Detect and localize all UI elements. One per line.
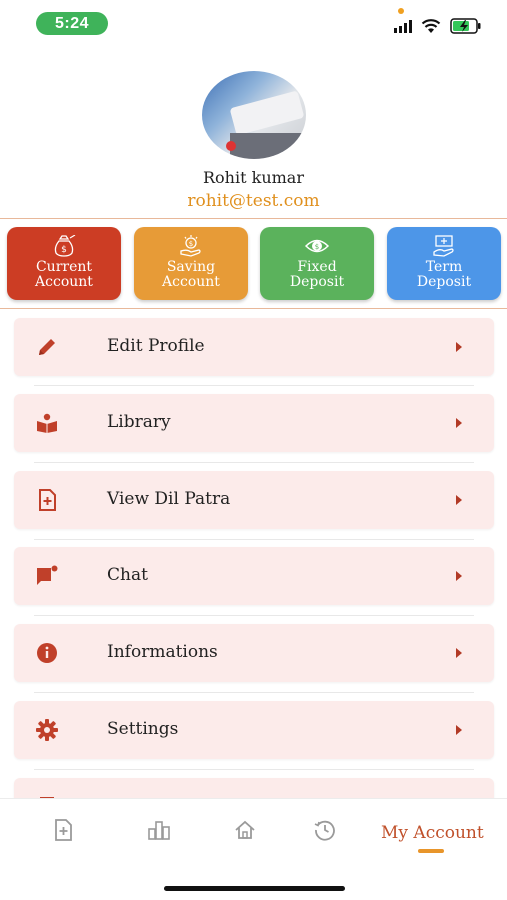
home-indicator: [164, 886, 345, 891]
chevron-right-icon: [456, 342, 462, 352]
card-label: Term: [425, 259, 463, 275]
svg-text:$: $: [315, 243, 319, 251]
menu-item-label: Library: [107, 412, 171, 432]
document-plus-icon: [55, 819, 72, 841]
menu-item-label: Chat: [107, 565, 148, 585]
card-label: Current: [35, 259, 93, 275]
menu-item-label: Informations: [107, 642, 218, 662]
menu-item-label: Edit Profile: [107, 336, 205, 356]
bottom-nav: My Account: [0, 798, 507, 900]
info-icon: [37, 643, 57, 663]
profile-email: rohit@test.com: [187, 191, 320, 211]
chevron-right-icon: [456, 418, 462, 428]
menu-item-view-dil-patra[interactable]: View Dil Patra: [14, 471, 494, 529]
menu-item-label: Settings: [107, 719, 179, 739]
divider: [0, 218, 507, 219]
term-deposit-button[interactable]: Term Deposit: [387, 227, 501, 300]
deposit-hand-icon: [433, 235, 454, 257]
history-icon: [314, 820, 335, 841]
profile-name: Rohit kumar: [203, 168, 304, 187]
card-label: Saving: [166, 259, 216, 275]
status-bar: 5:24: [0, 0, 507, 44]
menu-item-edit-profile[interactable]: Edit Profile: [14, 318, 494, 376]
menu-item-chat[interactable]: Chat: [14, 547, 494, 605]
nav-history-button[interactable]: [314, 819, 336, 849]
gear-icon: [36, 719, 58, 741]
divider: [34, 539, 474, 540]
card-label: Account: [162, 274, 220, 290]
chevron-right-icon: [456, 648, 462, 658]
menu-item-label: View Dil Patra: [107, 489, 231, 509]
saving-account-button[interactable]: $ Saving Account: [134, 227, 248, 300]
current-account-button[interactable]: $ Current Account: [7, 227, 121, 300]
home-icon: [235, 820, 255, 839]
chevron-right-icon: [456, 571, 462, 581]
divider: [34, 462, 474, 463]
account-cards: $ Current Account $ Saving Account $ Fix…: [0, 227, 507, 300]
menu-item-library[interactable]: Library: [14, 394, 494, 452]
svg-text:$: $: [189, 240, 193, 248]
nav-my-account-button[interactable]: My Account: [381, 823, 484, 843]
chevron-right-icon: [456, 725, 462, 735]
menu-item-informations[interactable]: Informations: [14, 624, 494, 682]
activity-dot: [398, 8, 404, 14]
avatar[interactable]: [202, 71, 306, 159]
card-label: Deposit: [289, 274, 345, 290]
divider: [0, 308, 507, 309]
chat-flag-icon: [37, 565, 58, 585]
card-label: Account: [35, 274, 93, 290]
menu-item-settings[interactable]: Settings: [14, 701, 494, 759]
card-label: Deposit: [416, 274, 472, 290]
document-plus-icon: [39, 489, 56, 511]
money-bag-icon: $: [54, 235, 76, 257]
chart-icon: [148, 821, 170, 840]
active-tab-indicator: [418, 849, 444, 853]
divider: [34, 769, 474, 770]
svg-text:$: $: [61, 245, 67, 255]
nav-dil-patra-button[interactable]: [52, 819, 74, 849]
nav-chart-button[interactable]: [148, 819, 170, 849]
signal-icon: [394, 20, 412, 33]
divider: [34, 615, 474, 616]
card-label: Fixed: [297, 259, 337, 275]
eye-coin-icon: $: [305, 239, 329, 253]
status-time: 5:24: [36, 12, 108, 35]
coin-hand-icon: $: [180, 235, 201, 257]
divider: [34, 692, 474, 693]
fixed-deposit-button[interactable]: $ Fixed Deposit: [260, 227, 374, 300]
divider: [34, 385, 474, 386]
wifi-icon: [421, 19, 441, 33]
nav-home-button[interactable]: [234, 819, 256, 849]
chevron-right-icon: [456, 495, 462, 505]
pencil-icon: [39, 339, 55, 355]
battery-charging-icon: [450, 18, 481, 34]
book-icon: [37, 413, 57, 433]
